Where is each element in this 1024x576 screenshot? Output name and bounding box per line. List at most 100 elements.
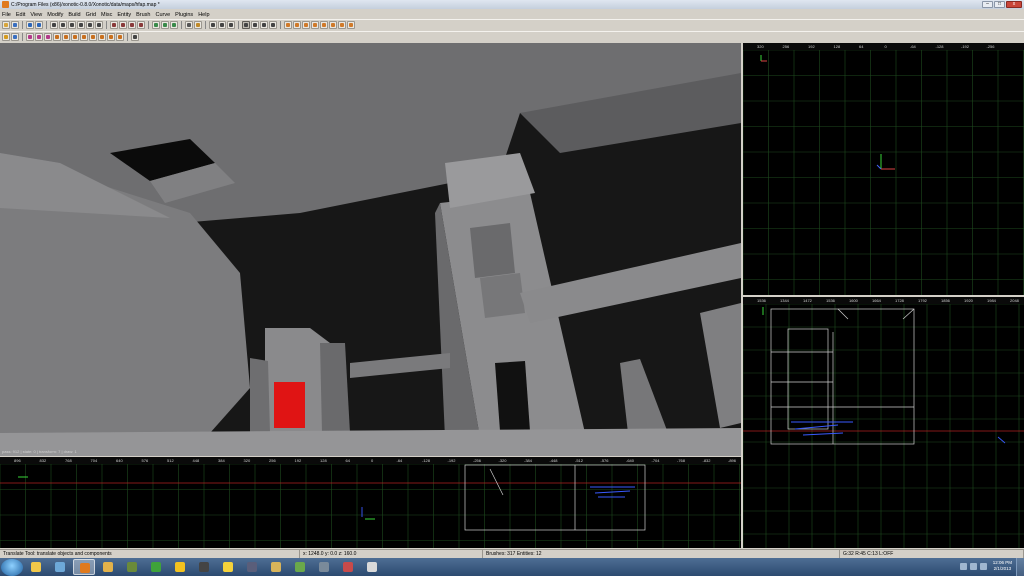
drag-tool-icon[interactable] <box>269 21 277 29</box>
photo-taskbar-icon[interactable] <box>265 559 287 575</box>
maximize-button[interactable]: □ <box>994 1 1005 8</box>
blender-taskbar-icon[interactable] <box>313 559 335 575</box>
minimize-button[interactable]: – <box>982 1 993 8</box>
flag-icon[interactable] <box>959 562 967 570</box>
explorer-taskbar-icon[interactable] <box>25 559 47 575</box>
plugin-camera-icon[interactable] <box>80 33 88 41</box>
select-complete-tall-icon[interactable] <box>110 21 118 29</box>
plugin-merge-icon[interactable] <box>35 33 43 41</box>
menu-build[interactable]: Build <box>68 12 80 18</box>
grid-tick-label: 1664 <box>872 298 882 303</box>
rotate-y-icon[interactable] <box>86 21 94 29</box>
rotate-z-icon[interactable] <box>95 21 103 29</box>
select-partial-tall-icon[interactable] <box>128 21 136 29</box>
select-inside-icon[interactable] <box>137 21 145 29</box>
burst-taskbar-icon[interactable] <box>217 559 239 575</box>
utorrent-taskbar-icon[interactable] <box>145 559 167 575</box>
patch-square-icon[interactable] <box>311 21 319 29</box>
plugin-bobtoolz-icon[interactable] <box>26 33 34 41</box>
csg-subtract-icon[interactable] <box>152 21 160 29</box>
csg-merge-icon[interactable] <box>161 21 169 29</box>
grid-tick-label: -512 <box>575 458 584 463</box>
xonotic-taskbar-icon[interactable] <box>289 559 311 575</box>
scale-tool-icon[interactable] <box>260 21 268 29</box>
toolbar-separator <box>205 21 206 29</box>
patch-bevel-icon[interactable] <box>320 21 328 29</box>
plugin-ufo-icon[interactable] <box>98 33 106 41</box>
paint-net-taskbar-icon[interactable] <box>361 559 383 575</box>
close-button[interactable]: x <box>1006 1 1022 8</box>
toolbar-separator <box>106 21 107 29</box>
plugin-bobtoolz-b-icon[interactable] <box>89 33 97 41</box>
menu-view[interactable]: View <box>30 12 42 18</box>
patch-invert-icon[interactable] <box>338 21 346 29</box>
menu-help[interactable]: Help <box>198 12 209 18</box>
netradiant-taskbar-icon[interactable] <box>73 559 95 575</box>
save-map-icon[interactable] <box>11 21 19 29</box>
camera-viewport[interactable]: pass: 912 | state: 0 | transform: 7 | dr… <box>0 43 741 456</box>
change-view-icon[interactable] <box>209 21 217 29</box>
plugin-vis-icon[interactable] <box>107 33 115 41</box>
select-touching-icon[interactable] <box>119 21 127 29</box>
plugin-polygon-icon[interactable] <box>116 33 124 41</box>
patch-dense-icon[interactable] <box>293 21 301 29</box>
translate-tool-icon[interactable] <box>242 21 250 29</box>
patch-cap-icon[interactable] <box>347 21 355 29</box>
top-grid-viewport[interactable]: 320 256 192 128 64 0 -64 -128 -192 -256 <box>743 43 1024 295</box>
flip-z-icon[interactable] <box>68 21 76 29</box>
menu-edit[interactable]: Edit <box>16 12 25 18</box>
menu-curve[interactable]: Curve <box>155 12 170 18</box>
paint-taskbar-icon[interactable] <box>49 559 71 575</box>
rotate-tool-icon[interactable] <box>251 21 259 29</box>
grid-tick-label: 1792 <box>918 298 928 303</box>
patch-cylinder-icon[interactable] <box>284 21 292 29</box>
volume-icon[interactable] <box>979 562 987 570</box>
steam-taskbar-icon[interactable] <box>193 559 215 575</box>
rotate-x-icon[interactable] <box>77 21 85 29</box>
menu-modify[interactable]: Modify <box>47 12 63 18</box>
plugin-path-icon[interactable] <box>71 33 79 41</box>
pencil-taskbar-icon[interactable] <box>97 559 119 575</box>
menu-grid[interactable]: Grid <box>86 12 96 18</box>
grid-tick-label: 384 <box>218 458 225 463</box>
grid-tick-label: 704 <box>91 458 98 463</box>
texture-lock-icon[interactable] <box>194 21 202 29</box>
show-desktop-button[interactable] <box>1016 558 1024 576</box>
plugin-door-icon[interactable] <box>62 33 70 41</box>
patch-endcap-icon[interactable] <box>329 21 337 29</box>
texture-view-icon[interactable] <box>227 21 235 29</box>
flip-x-icon[interactable] <box>50 21 58 29</box>
plugin-shader-icon[interactable] <box>11 33 19 41</box>
menu-entity[interactable]: Entity <box>117 12 131 18</box>
front-grid-viewport[interactable]: 896 832 768 704 640 576 512 448 384 320 256 192 128 6… <box>0 457 741 548</box>
network-icon[interactable] <box>969 562 977 570</box>
flip-y-icon[interactable] <box>59 21 67 29</box>
plugin-split-icon[interactable] <box>44 33 52 41</box>
side-grid-viewport[interactable]: 1536 1344 1472 1536 1600 1664 1728 1792 1856 1920… <box>743 297 1024 548</box>
menu-brush[interactable]: Brush <box>136 12 150 18</box>
minecraft-taskbar-icon[interactable] <box>121 559 143 575</box>
grid-tick-label: 64 <box>859 44 864 49</box>
grid-tick-label: 128 <box>320 458 327 463</box>
clipper-icon[interactable] <box>185 21 193 29</box>
grid-tick-label: 1600 <box>849 298 859 303</box>
clock-date: 2/1/2013 <box>993 566 1012 571</box>
start-button[interactable] <box>1 558 23 576</box>
main-toolbar <box>0 19 1024 30</box>
norton-taskbar-icon[interactable] <box>169 559 191 575</box>
patch-very-dense-icon[interactable] <box>302 21 310 29</box>
camera-view-icon[interactable] <box>218 21 226 29</box>
open-map-icon[interactable] <box>2 21 10 29</box>
make-hollow-icon[interactable] <box>170 21 178 29</box>
wacom-taskbar-icon[interactable] <box>337 559 359 575</box>
redo-icon[interactable] <box>35 21 43 29</box>
system-clock[interactable]: 12:06 PM 2/1/2013 <box>993 560 1012 572</box>
plugin-brushexport-icon[interactable] <box>131 33 139 41</box>
menu-misc[interactable]: Misc <box>101 12 112 18</box>
menu-plugins[interactable]: Plugins <box>175 12 193 18</box>
undo-icon[interactable] <box>26 21 34 29</box>
plugin-prefab-icon[interactable] <box>2 33 10 41</box>
plugin-stair-icon[interactable] <box>53 33 61 41</box>
illustrator-taskbar-icon[interactable] <box>241 559 263 575</box>
menu-file[interactable]: File <box>2 12 11 18</box>
